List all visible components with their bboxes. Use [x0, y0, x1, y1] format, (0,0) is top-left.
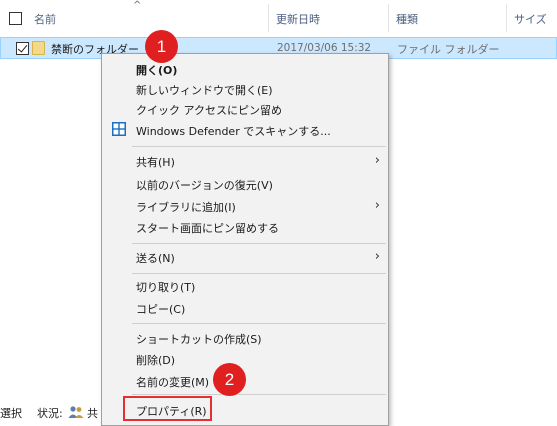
column-header-bar: ^ 名前 更新日時 種類 サイズ — [0, 0, 557, 36]
column-header-size[interactable]: サイズ — [514, 11, 547, 27]
menu-separator — [132, 394, 386, 395]
menu-item-label: 新しいウィンドウで開く(E) — [136, 84, 273, 97]
menu-item-label: ライブラリに追加(I) — [136, 201, 236, 214]
menu-item-label: 送る(N) — [136, 252, 175, 265]
windows-defender-icon — [112, 122, 126, 136]
menu-item-pin-start[interactable]: スタート画面にピン留めする — [104, 217, 386, 237]
status-selection-text: 選択 — [0, 407, 22, 420]
column-header-type[interactable]: 種類 — [396, 11, 418, 27]
menu-item-pin-quick-access[interactable]: クイック アクセスにピン留め — [104, 99, 386, 119]
row-checkbox[interactable] — [16, 42, 29, 55]
submenu-arrow-icon: › — [374, 153, 380, 168]
explorer-window: ^ 名前 更新日時 種類 サイズ 禁断のフォルダー 2017/03/06 15:… — [0, 0, 557, 426]
menu-item-send-to[interactable]: 送る(N) › — [104, 247, 386, 267]
menu-item-share[interactable]: 共有(H) › — [104, 151, 386, 171]
column-divider[interactable] — [268, 4, 269, 32]
menu-item-label: 開く(O) — [136, 64, 178, 77]
menu-item-cut[interactable]: 切り取り(T) — [104, 276, 386, 296]
menu-item-label: 削除(D) — [136, 354, 176, 367]
menu-separator — [132, 146, 386, 147]
menu-separator — [132, 323, 386, 324]
menu-item-add-to-library[interactable]: ライブラリに追加(I) › — [104, 196, 386, 216]
submenu-arrow-icon: › — [374, 198, 380, 213]
menu-item-label: 以前のバージョンの復元(V) — [136, 179, 273, 192]
sort-caret-icon[interactable]: ^ — [133, 0, 141, 12]
step-2-badge: 2 — [213, 363, 246, 396]
menu-item-defender-scan[interactable]: Windows Defender でスキャンする... — [104, 120, 386, 140]
menu-item-label: ショートカットの作成(S) — [136, 333, 262, 346]
column-header-modified[interactable]: 更新日時 — [276, 11, 320, 27]
menu-item-label: 共有(H) — [136, 156, 175, 169]
menu-item-restore-previous[interactable]: 以前のバージョンの復元(V) — [104, 174, 386, 194]
shared-users-icon — [68, 406, 84, 418]
column-divider[interactable] — [388, 4, 389, 32]
menu-item-label: 切り取り(T) — [136, 281, 196, 294]
menu-item-delete[interactable]: 削除(D) — [104, 349, 386, 369]
folder-icon — [32, 41, 45, 55]
file-type: ファイル フォルダー — [397, 43, 500, 56]
menu-item-open[interactable]: 開く(O) — [104, 59, 386, 79]
properties-highlight-box — [123, 396, 212, 421]
menu-item-copy[interactable]: コピー(C) — [104, 298, 386, 318]
menu-separator — [132, 273, 386, 274]
status-state-label: 状況: — [37, 407, 63, 420]
menu-separator — [132, 243, 386, 244]
menu-item-label: Windows Defender でスキャンする... — [136, 125, 331, 138]
step-1-badge: 1 — [145, 30, 178, 63]
menu-item-label: コピー(C) — [136, 303, 186, 316]
menu-item-label: クイック アクセスにピン留め — [136, 104, 282, 117]
menu-item-create-shortcut[interactable]: ショートカットの作成(S) — [104, 328, 386, 348]
menu-item-open-new-window[interactable]: 新しいウィンドウで開く(E) — [104, 79, 386, 99]
select-all-checkbox[interactable] — [9, 12, 22, 25]
column-header-name[interactable]: 名前 — [34, 11, 56, 27]
menu-item-label: 名前の変更(M) — [136, 376, 210, 389]
submenu-arrow-icon: › — [374, 249, 380, 264]
column-divider[interactable] — [506, 4, 507, 32]
menu-item-label: スタート画面にピン留めする — [136, 222, 279, 235]
context-menu: 開く(O) 新しいウィンドウで開く(E) クイック アクセスにピン留め Wind… — [101, 53, 389, 426]
status-share-text: 共 — [87, 407, 98, 420]
